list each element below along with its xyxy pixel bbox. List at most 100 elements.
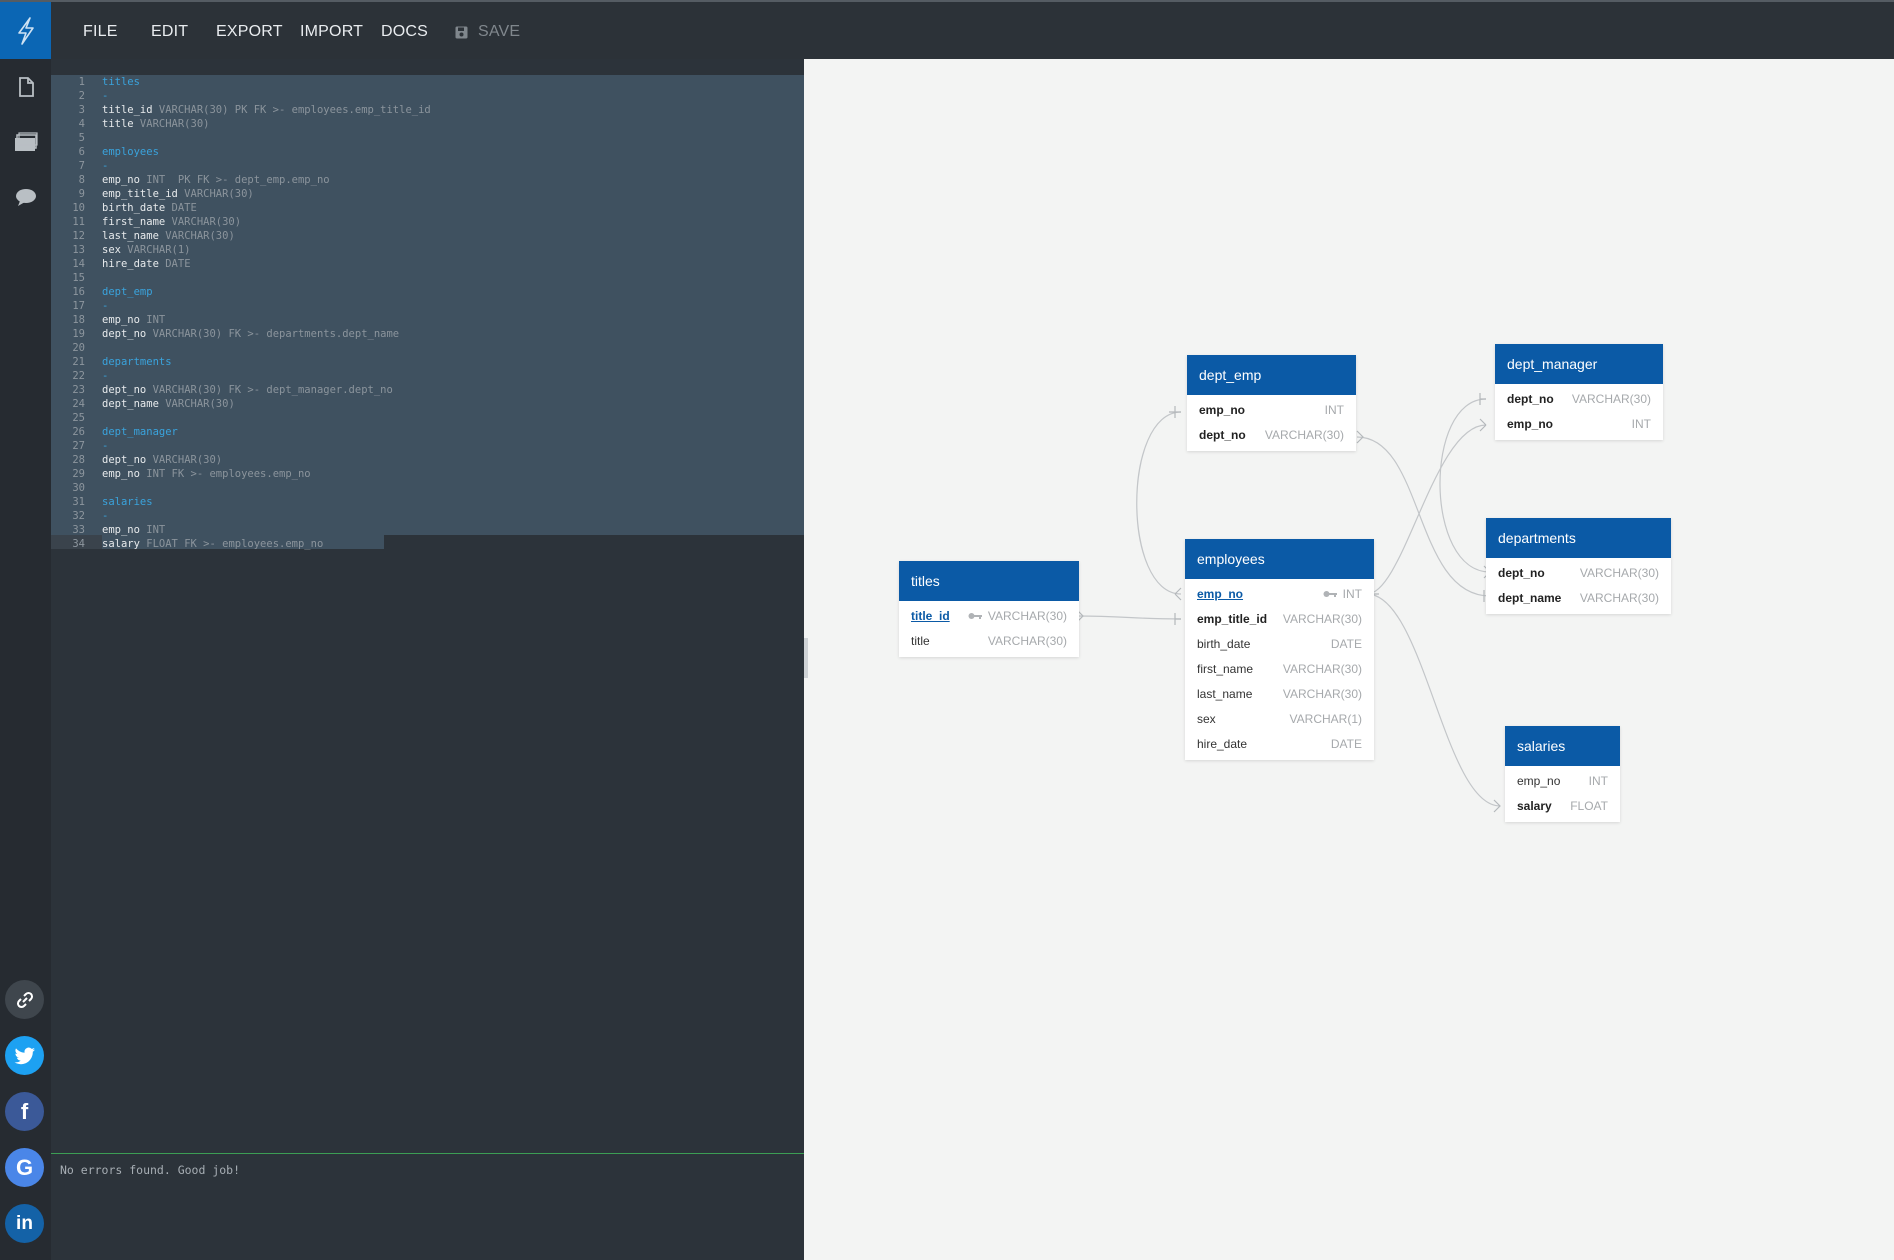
table-header[interactable]: employees — [1185, 539, 1374, 579]
table-header[interactable]: titles — [899, 561, 1079, 601]
line-number: 18 — [72, 314, 85, 326]
table-row[interactable]: first_name VARCHAR(30) — [1185, 657, 1374, 682]
column-token: title — [102, 118, 134, 130]
menu-edit[interactable]: EDIT — [151, 23, 188, 41]
table-header[interactable]: dept_manager — [1495, 344, 1663, 384]
column-type-text: INT — [1588, 774, 1608, 788]
column-type: DATE — [1331, 732, 1362, 757]
table-row[interactable]: hire_date DATE — [1185, 732, 1374, 757]
table-row[interactable]: emp_title_id VARCHAR(30) — [1185, 607, 1374, 632]
column-name: sex — [1197, 712, 1216, 726]
table-row[interactable]: emp_no INT — [1495, 412, 1663, 437]
type-token: VARCHAR(30) FK >- departments.dept_name — [146, 328, 400, 340]
link-dept-emp-departments — [1356, 436, 1491, 597]
column-token: dept_no — [102, 454, 147, 466]
table-dept-emp[interactable]: dept_emp emp_no INT dept_no VARCHAR(30) — [1187, 355, 1356, 451]
line-text: emp_no INT PK FK >- dept_emp.emp_no — [102, 173, 330, 187]
line-number: 19 — [72, 328, 85, 340]
column-type: VARCHAR(30) — [1283, 657, 1362, 682]
menu-import[interactable]: IMPORT — [300, 23, 363, 41]
line-number: 13 — [72, 244, 85, 256]
table-row[interactable]: dept_name VARCHAR(30) — [1486, 586, 1671, 611]
type-token: FLOAT FK >- employees.emp_no — [139, 538, 324, 550]
column-token: birth_date — [102, 202, 166, 214]
google-icon[interactable]: G — [5, 1148, 44, 1187]
line-text: salaries — [102, 496, 153, 508]
table-row[interactable]: dept_no VARCHAR(30) — [1187, 423, 1356, 448]
linkedin-icon[interactable]: in — [5, 1204, 44, 1243]
line-text: birth_date DATE — [102, 201, 197, 215]
code-editor[interactable]: 1 titles 2 - 3 title_id VARCHAR(30) PK FK >- … — [51, 59, 804, 1153]
facebook-icon[interactable]: f — [5, 1092, 44, 1131]
table-row[interactable]: dept_no VARCHAR(30) — [1486, 561, 1671, 586]
line-number: 6 — [78, 146, 85, 158]
table-row[interactable]: emp_no INT — [1505, 769, 1620, 794]
lightning-icon[interactable] — [0, 2, 51, 59]
table-row[interactable]: title_id VARCHAR(30) — [899, 604, 1079, 629]
menu-export[interactable]: EXPORT — [216, 23, 283, 41]
document-icon[interactable] — [0, 67, 51, 107]
table-header[interactable]: salaries — [1505, 726, 1620, 766]
type-token: INT FK >- employees.emp_no — [139, 468, 311, 480]
column-name: emp_no — [1507, 417, 1554, 431]
table-header[interactable]: departments — [1486, 518, 1671, 558]
table-row[interactable]: last_name VARCHAR(30) — [1185, 682, 1374, 707]
save-icon — [455, 26, 468, 44]
table-row[interactable]: salary FLOAT — [1505, 794, 1620, 819]
table-row[interactable]: birth_date DATE — [1185, 632, 1374, 657]
line-number: 34 — [72, 538, 85, 550]
column-token: dept_no — [102, 384, 147, 396]
line-text: - — [102, 440, 109, 452]
line-number: 22 — [72, 370, 85, 382]
column-type: INT — [1325, 398, 1344, 423]
line-number: 1 — [78, 76, 85, 88]
table-departments[interactable]: departments dept_no VARCHAR(30) dept_name VA… — [1486, 518, 1671, 614]
table-titles[interactable]: titles title_id VARCHAR(30) title VARCHAR(30… — [899, 561, 1079, 657]
column-name: salary — [1517, 799, 1552, 813]
chat-icon[interactable] — [0, 177, 51, 217]
link-employees-salaries — [1366, 593, 1501, 807]
table-header[interactable]: dept_emp — [1187, 355, 1356, 395]
line-number: 28 — [72, 454, 85, 466]
menu-docs[interactable]: DOCS — [381, 23, 428, 41]
column-type-text: VARCHAR(30) — [987, 634, 1067, 648]
menu-save[interactable]: SAVE — [478, 23, 520, 41]
column-name: title_id — [911, 609, 950, 623]
line-number: 4 — [78, 118, 85, 130]
twitter-icon[interactable] — [5, 1036, 44, 1075]
link-icon[interactable] — [5, 980, 44, 1019]
column-type-text: INT — [1324, 403, 1344, 417]
table-row[interactable]: title VARCHAR(30) — [899, 629, 1079, 654]
column-name: emp_no — [1199, 403, 1246, 417]
line-number: 26 — [72, 426, 85, 438]
link-titles-employees — [1076, 615, 1182, 620]
error-console: No errors found. Good job! — [51, 1153, 804, 1260]
column-name: emp_no — [1197, 587, 1244, 601]
menu-file[interactable]: FILE — [83, 23, 118, 41]
column-type-text: VARCHAR(30) — [1282, 687, 1362, 701]
line-text: last_name VARCHAR(30) — [102, 229, 235, 243]
table-row[interactable]: emp_no INT — [1185, 582, 1374, 607]
line-text: dept_no VARCHAR(30) FK >- dept_manager.d… — [102, 383, 393, 397]
table-row[interactable]: dept_no VARCHAR(30) — [1495, 387, 1663, 412]
table-row[interactable]: emp_no INT — [1187, 398, 1356, 423]
column-type-text: VARCHAR(1) — [1289, 712, 1362, 726]
table-employees[interactable]: employees emp_no INT emp_title_id VARCHAR(30… — [1185, 539, 1374, 760]
column-name: emp_title_id — [1197, 612, 1268, 626]
line-number: 12 — [72, 230, 85, 242]
sidebar: f G in — [0, 59, 51, 1260]
type-token: INT PK FK >- dept_emp.emp_no — [139, 174, 330, 186]
line-text: first_name VARCHAR(30) — [102, 215, 241, 229]
table-salaries[interactable]: salaries emp_no INT salary FLOAT — [1505, 726, 1620, 822]
line-text: dept_name VARCHAR(30) — [102, 397, 235, 411]
folder-icon[interactable] — [0, 122, 51, 162]
column-name: dept_name — [1498, 591, 1562, 605]
table-row[interactable]: sex VARCHAR(1) — [1185, 707, 1374, 732]
line-number: 24 — [72, 398, 85, 410]
line-text: - — [102, 370, 109, 382]
column-token: dept_no — [102, 328, 147, 340]
line-number: 33 — [72, 524, 85, 536]
type-token: VARCHAR(1) — [120, 244, 191, 256]
line-text: emp_title_id VARCHAR(30) — [102, 187, 254, 201]
table-dept-manager[interactable]: dept_manager dept_no VARCHAR(30) emp_no INT — [1495, 344, 1663, 440]
